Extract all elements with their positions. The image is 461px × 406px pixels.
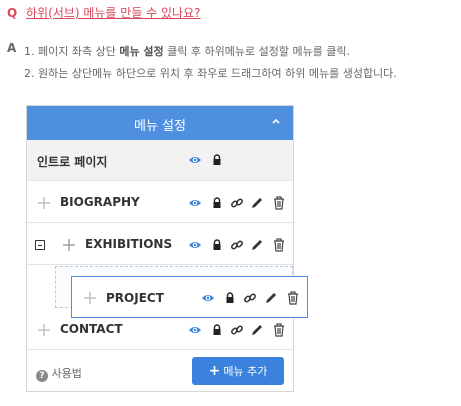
- menu-item-biography[interactable]: BIOGRAPHY: [27, 182, 293, 223]
- help-link[interactable]: ? 사용법: [36, 365, 82, 382]
- question-line: Q 하위(서브) 메뉴를 만들 수 있나요?: [7, 6, 201, 20]
- menu-item-intro[interactable]: 인트로 페이지: [27, 140, 293, 181]
- answer-text: 1. 페이지 좌측 상단 메뉴 설정 클릭 후 하위메뉴로 설정할 메뉴를 클릭…: [24, 41, 397, 85]
- eye-icon[interactable]: [188, 196, 202, 210]
- trash-icon[interactable]: [272, 196, 286, 210]
- trash-icon[interactable]: [272, 238, 286, 252]
- menu-item-label: EXHIBITIONS: [85, 237, 173, 251]
- question-mark: Q: [7, 6, 18, 20]
- add-menu-button[interactable]: + 메뉴 추가: [192, 357, 284, 385]
- link-icon[interactable]: [230, 323, 244, 337]
- chevron-up-icon[interactable]: [269, 114, 283, 128]
- collapse-toggle-icon[interactable]: [35, 240, 45, 250]
- answer-line-1-suffix: 클릭 후 하위메뉴로 설정할 메뉴를 클릭.: [163, 45, 351, 58]
- add-menu-label: 메뉴 추가: [223, 365, 268, 378]
- lock-icon[interactable]: [210, 238, 224, 252]
- drag-handle-icon[interactable]: [37, 323, 51, 337]
- pencil-icon[interactable]: [250, 238, 264, 252]
- menu-item-project-dragging[interactable]: PROJECT: [71, 276, 308, 318]
- answer-line-2: 2. 원하는 상단메뉴 하단으로 위치 후 좌우로 드래그하여 하위 메뉴를 생…: [24, 67, 397, 80]
- menu-item-exhibitions[interactable]: EXHIBITIONS: [27, 224, 293, 265]
- help-label: 사용법: [51, 367, 82, 380]
- menu-item-label: 인트로 페이지: [37, 155, 108, 169]
- lock-icon[interactable]: [210, 153, 224, 167]
- panel-footer: ? 사용법 + 메뉴 추가: [27, 351, 293, 391]
- eye-icon[interactable]: [188, 238, 202, 252]
- link-icon[interactable]: [230, 196, 244, 210]
- drag-handle-icon[interactable]: [62, 238, 76, 252]
- question-circle-icon: ?: [36, 370, 48, 382]
- eye-icon[interactable]: [201, 291, 215, 305]
- panel-title: 메뉴 설정: [134, 119, 186, 134]
- eye-icon[interactable]: [188, 153, 202, 167]
- pencil-icon[interactable]: [250, 323, 264, 337]
- lock-icon[interactable]: [210, 196, 224, 210]
- answer-line-1: 1. 페이지 좌측 상단 메뉴 설정 클릭 후 하위메뉴로 설정할 메뉴를 클릭…: [24, 41, 397, 63]
- link-icon[interactable]: [230, 238, 244, 252]
- question-link[interactable]: 하위(서브) 메뉴를 만들 수 있나요?: [26, 6, 201, 20]
- menu-item-label: PROJECT: [106, 291, 164, 305]
- panel-header: 메뉴 설정: [27, 106, 293, 140]
- drag-handle-icon[interactable]: [83, 291, 97, 305]
- answer-line-1-prefix: 1. 페이지 좌측 상단: [24, 45, 120, 58]
- link-icon[interactable]: [243, 291, 257, 305]
- answer-line-1-bold: 메뉴 설정: [119, 45, 164, 58]
- eye-icon[interactable]: [188, 323, 202, 337]
- pencil-icon[interactable]: [250, 196, 264, 210]
- plus-icon: +: [208, 363, 221, 379]
- trash-icon[interactable]: [272, 323, 286, 337]
- menu-item-label: CONTACT: [60, 322, 123, 336]
- trash-icon[interactable]: [286, 291, 300, 305]
- answer-mark: A: [7, 41, 17, 55]
- menu-settings-panel: 메뉴 설정 인트로 페이지 BIOGRAPHY EXHIBITIONS CONT…: [26, 105, 294, 392]
- lock-icon[interactable]: [223, 291, 237, 305]
- pencil-icon[interactable]: [264, 291, 278, 305]
- drag-handle-icon[interactable]: [37, 196, 51, 210]
- lock-icon[interactable]: [210, 323, 224, 337]
- menu-item-label: BIOGRAPHY: [60, 195, 140, 209]
